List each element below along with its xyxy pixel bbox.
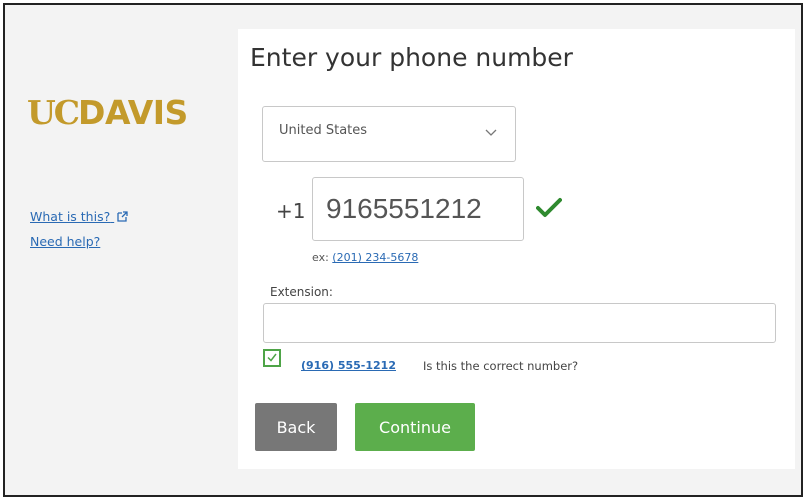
ucdavis-logo: UCDAVIS: [27, 93, 188, 132]
confirm-number-link[interactable]: (916) 555-1212: [301, 359, 396, 372]
back-button[interactable]: Back: [255, 403, 337, 451]
need-help-link[interactable]: Need help?: [30, 234, 100, 249]
example-number-link[interactable]: (201) 234-5678: [332, 251, 418, 264]
country-value: United States: [279, 123, 368, 138]
continue-button[interactable]: Continue: [355, 403, 475, 451]
example-prefix: ex:: [312, 251, 329, 264]
confirm-question: Is this the correct number?: [423, 359, 579, 373]
logo-uc: UC: [27, 93, 80, 132]
logo-davis: DAVIS: [78, 93, 188, 132]
extension-label: Extension:: [270, 285, 333, 299]
checkmark-icon: [536, 198, 562, 217]
sidebar: UCDAVIS What is this? Need help?: [5, 5, 237, 495]
external-link-icon: [117, 211, 128, 222]
what-is-this-link[interactable]: What is this?: [30, 209, 128, 224]
page-title: Enter your phone number: [250, 43, 573, 72]
phone-form-panel: Enter your phone number United States +1…: [238, 29, 795, 469]
what-is-this-label: What is this?: [30, 209, 111, 224]
dial-code: +1: [276, 199, 306, 223]
dialog-frame: UCDAVIS What is this? Need help? Enter y…: [3, 3, 803, 497]
confirm-number-checkbox[interactable]: [263, 349, 281, 367]
phone-number-input[interactable]: 9165551212: [312, 177, 524, 241]
checkbox-checked-icon: [267, 353, 277, 362]
example-number: ex: (201) 234-5678: [312, 251, 418, 264]
country-select[interactable]: United States: [262, 106, 516, 162]
extension-input[interactable]: [263, 303, 776, 343]
chevron-down-icon: [485, 129, 497, 136]
